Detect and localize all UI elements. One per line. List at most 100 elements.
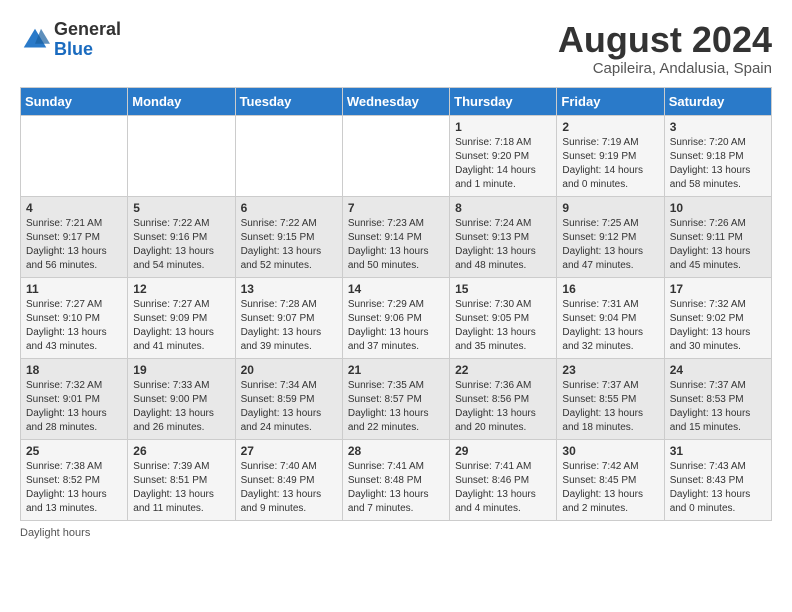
calendar-cell: 29 Sunrise: 7:41 AM Sunset: 8:46 PM Dayli… [450,439,557,520]
day-number: 4 [26,201,122,215]
day-info: Sunrise: 7:28 AM Sunset: 9:07 PM Dayligh… [241,298,337,354]
page-header: General Blue August 2024 Capileira, Anda… [20,20,772,77]
day-number: 21 [348,363,444,377]
calendar-week-row: 18 Sunrise: 7:32 AM Sunset: 9:01 PM Dayli… [21,358,772,439]
calendar-cell: 24 Sunrise: 7:37 AM Sunset: 8:53 PM Dayli… [664,358,771,439]
calendar-cell: 27 Sunrise: 7:40 AM Sunset: 8:49 PM Dayli… [235,439,342,520]
calendar-cell: 25Sunrise: 7:38 AM Sunset: 8:52 PM Dayli… [21,439,128,520]
calendar-week-row: 1 Sunrise: 7:18 AM Sunset: 9:20 PM Daylig… [21,115,772,196]
calendar-cell: 28Sunrise: 7:41 AM Sunset: 8:48 PM Dayli… [342,439,449,520]
day-number: 15 [455,282,551,296]
day-info: Sunrise: 7:18 AM Sunset: 9:20 PM Dayligh… [455,136,551,192]
day-info: Sunrise: 7:24 AM Sunset: 9:13 PM Dayligh… [455,217,551,273]
day-number: 6 [241,201,337,215]
day-info: Sunrise: 7:34 AM Sunset: 8:59 PM Dayligh… [241,379,337,435]
calendar-week-row: 25Sunrise: 7:38 AM Sunset: 8:52 PM Dayli… [21,439,772,520]
calendar-cell: 13Sunrise: 7:28 AM Sunset: 9:07 PM Dayli… [235,277,342,358]
title-block: August 2024 Capileira, Andalusia, Spain [558,20,772,77]
calendar-cell: 1 Sunrise: 7:18 AM Sunset: 9:20 PM Daylig… [450,115,557,196]
calendar-cell: 2Sunrise: 7:19 AM Sunset: 9:19 PM Daylig… [557,115,664,196]
calendar-cell [128,115,235,196]
weekday-header: Saturday [664,87,771,115]
calendar-table: SundayMondayTuesdayWednesdayThursdayFrid… [20,87,772,521]
calendar-cell [21,115,128,196]
day-number: 20 [241,363,337,377]
day-info: Sunrise: 7:33 AM Sunset: 9:00 PM Dayligh… [133,379,229,435]
day-number: 3 [670,120,766,134]
calendar-cell: 22Sunrise: 7:36 AM Sunset: 8:56 PM Dayli… [450,358,557,439]
calendar-cell: 26 Sunrise: 7:39 AM Sunset: 8:51 PM Dayli… [128,439,235,520]
calendar-cell [235,115,342,196]
day-info: Sunrise: 7:42 AM Sunset: 8:45 PM Dayligh… [562,460,658,516]
day-info: Sunrise: 7:23 AM Sunset: 9:14 PM Dayligh… [348,217,444,273]
day-info: Sunrise: 7:27 AM Sunset: 9:10 PM Dayligh… [26,298,122,354]
day-number: 31 [670,444,766,458]
day-number: 1 [455,120,551,134]
day-number: 5 [133,201,229,215]
calendar-cell: 11 Sunrise: 7:27 AM Sunset: 9:10 PM Dayli… [21,277,128,358]
day-number: 26 [133,444,229,458]
day-number: 17 [670,282,766,296]
calendar-cell: 21 Sunrise: 7:35 AM Sunset: 8:57 PM Dayli… [342,358,449,439]
calendar-cell: 19 Sunrise: 7:33 AM Sunset: 9:00 PM Dayli… [128,358,235,439]
day-number: 11 [26,282,122,296]
day-info: Sunrise: 7:43 AM Sunset: 8:43 PM Dayligh… [670,460,766,516]
logo: General Blue [20,20,121,60]
day-number: 12 [133,282,229,296]
footer-text: Daylight hours [20,527,90,539]
weekday-header: Friday [557,87,664,115]
day-info: Sunrise: 7:35 AM Sunset: 8:57 PM Dayligh… [348,379,444,435]
day-number: 19 [133,363,229,377]
location: Capileira, Andalusia, Spain [558,60,772,77]
day-info: Sunrise: 7:21 AM Sunset: 9:17 PM Dayligh… [26,217,122,273]
day-info: Sunrise: 7:41 AM Sunset: 8:46 PM Dayligh… [455,460,551,516]
day-info: Sunrise: 7:39 AM Sunset: 8:51 PM Dayligh… [133,460,229,516]
day-info: Sunrise: 7:37 AM Sunset: 8:53 PM Dayligh… [670,379,766,435]
calendar-cell: 5 Sunrise: 7:22 AM Sunset: 9:16 PM Daylig… [128,196,235,277]
day-number: 27 [241,444,337,458]
logo-text: General Blue [54,20,121,60]
day-number: 2 [562,120,658,134]
day-number: 7 [348,201,444,215]
logo-general: General [54,19,121,39]
day-number: 24 [670,363,766,377]
day-number: 14 [348,282,444,296]
day-info: Sunrise: 7:40 AM Sunset: 8:49 PM Dayligh… [241,460,337,516]
day-info: Sunrise: 7:31 AM Sunset: 9:04 PM Dayligh… [562,298,658,354]
calendar-cell: 7 Sunrise: 7:23 AM Sunset: 9:14 PM Daylig… [342,196,449,277]
day-number: 18 [26,363,122,377]
day-info: Sunrise: 7:22 AM Sunset: 9:16 PM Dayligh… [133,217,229,273]
calendar-cell: 3 Sunrise: 7:20 AM Sunset: 9:18 PM Daylig… [664,115,771,196]
day-info: Sunrise: 7:41 AM Sunset: 8:48 PM Dayligh… [348,460,444,516]
calendar-cell: 6 Sunrise: 7:22 AM Sunset: 9:15 PM Daylig… [235,196,342,277]
day-number: 22 [455,363,551,377]
logo-blue: Blue [54,39,93,59]
day-info: Sunrise: 7:20 AM Sunset: 9:18 PM Dayligh… [670,136,766,192]
day-info: Sunrise: 7:32 AM Sunset: 9:01 PM Dayligh… [26,379,122,435]
calendar-cell: 17Sunrise: 7:32 AM Sunset: 9:02 PM Dayli… [664,277,771,358]
weekday-header: Sunday [21,87,128,115]
day-info: Sunrise: 7:30 AM Sunset: 9:05 PM Dayligh… [455,298,551,354]
day-info: Sunrise: 7:37 AM Sunset: 8:55 PM Dayligh… [562,379,658,435]
day-number: 23 [562,363,658,377]
calendar-cell: 4 Sunrise: 7:21 AM Sunset: 9:17 PM Daylig… [21,196,128,277]
footer: Daylight hours [20,527,772,539]
calendar-cell [342,115,449,196]
day-info: Sunrise: 7:29 AM Sunset: 9:06 PM Dayligh… [348,298,444,354]
weekday-header: Wednesday [342,87,449,115]
calendar-cell: 8 Sunrise: 7:24 AM Sunset: 9:13 PM Daylig… [450,196,557,277]
calendar-cell: 30Sunrise: 7:42 AM Sunset: 8:45 PM Dayli… [557,439,664,520]
day-info: Sunrise: 7:25 AM Sunset: 9:12 PM Dayligh… [562,217,658,273]
calendar-week-row: 11 Sunrise: 7:27 AM Sunset: 9:10 PM Dayli… [21,277,772,358]
day-number: 25 [26,444,122,458]
calendar-cell: 31 Sunrise: 7:43 AM Sunset: 8:43 PM Dayli… [664,439,771,520]
month-year: August 2024 [558,20,772,60]
day-info: Sunrise: 7:27 AM Sunset: 9:09 PM Dayligh… [133,298,229,354]
day-number: 8 [455,201,551,215]
day-number: 29 [455,444,551,458]
calendar-cell: 10Sunrise: 7:26 AM Sunset: 9:11 PM Dayli… [664,196,771,277]
day-info: Sunrise: 7:22 AM Sunset: 9:15 PM Dayligh… [241,217,337,273]
day-number: 16 [562,282,658,296]
calendar-cell: 23 Sunrise: 7:37 AM Sunset: 8:55 PM Dayli… [557,358,664,439]
logo-icon [20,25,50,55]
